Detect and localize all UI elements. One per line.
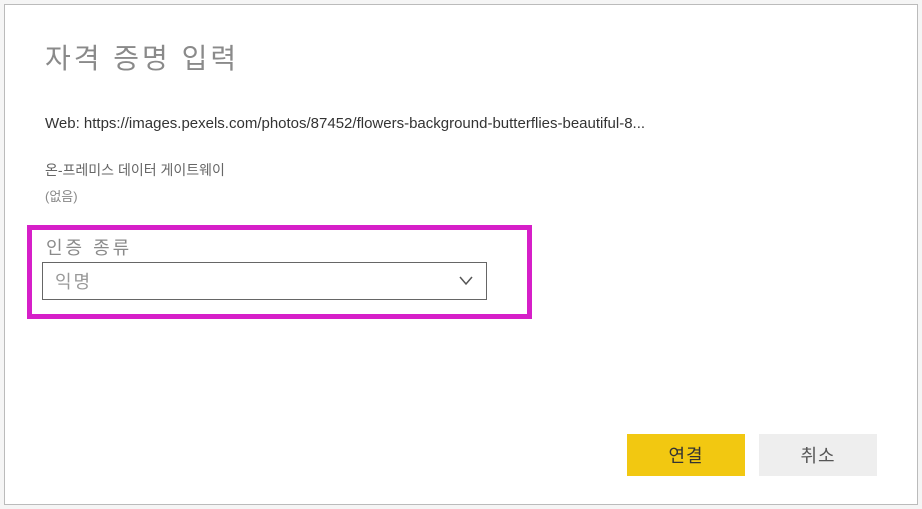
auth-type-select-wrap: 익명 (42, 262, 487, 300)
dialog-title: 자격 증명 입력 (45, 37, 877, 77)
datasource-url: Web: https://images.pexels.com/photos/87… (45, 115, 877, 132)
auth-highlight-box: 인증 종류 익명 (27, 225, 532, 319)
auth-type-selected: 익명 (55, 268, 92, 294)
chevron-down-icon (458, 273, 474, 289)
cancel-button[interactable]: 취소 (759, 434, 877, 476)
credentials-dialog: 자격 증명 입력 Web: https://images.pexels.com/… (4, 4, 918, 505)
gateway-value: (없음) (45, 186, 877, 205)
connect-button[interactable]: 연결 (627, 434, 745, 476)
dialog-button-row: 연결 취소 (627, 434, 877, 476)
auth-type-select[interactable]: 익명 (42, 262, 487, 300)
auth-type-label: 인증 종류 (40, 234, 519, 260)
gateway-label: 온-프레미스 데이터 게이트웨이 (45, 160, 877, 180)
